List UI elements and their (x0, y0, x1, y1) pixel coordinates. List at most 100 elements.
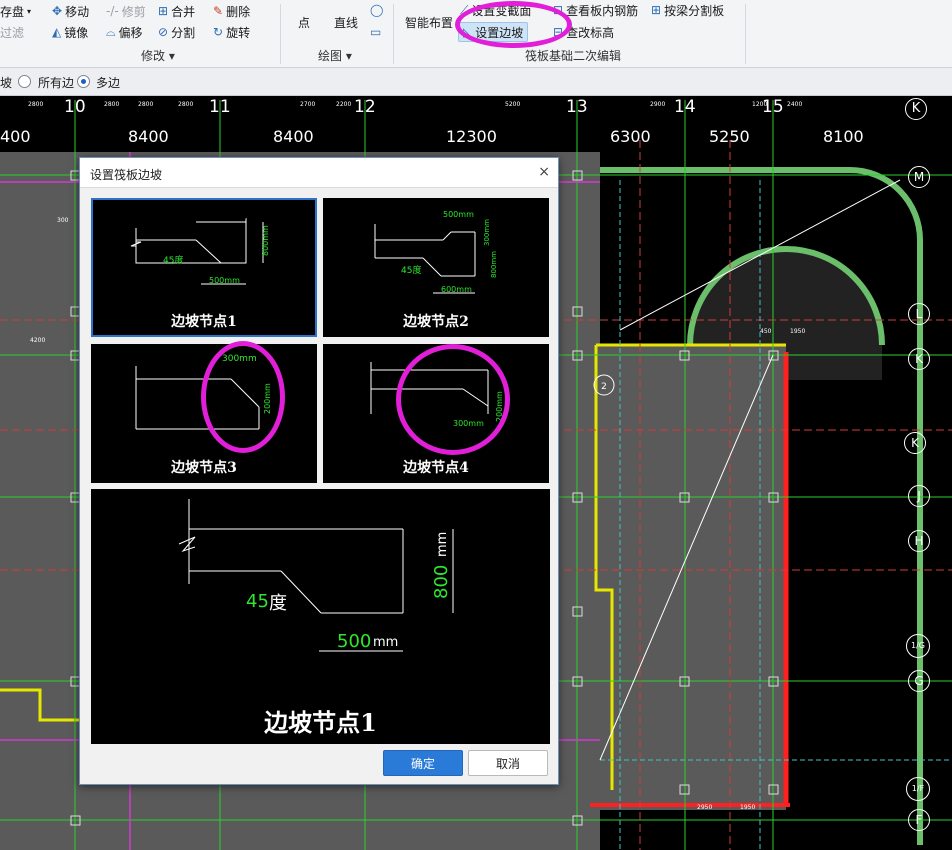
filter-label: 过滤 (0, 25, 25, 40)
save-label: 存盘 (0, 4, 25, 19)
rotate-icon: ↻ (213, 25, 224, 39)
axis-number-12: 12 (354, 97, 376, 117)
options-prefix: 坡 (0, 76, 13, 90)
span-dim: 8400 (273, 127, 314, 146)
delete-icon: ✎ (213, 4, 224, 18)
trim-icon: -/- (106, 4, 119, 18)
app-window: 存盘 ▾ 过滤 ✥ 移动 ◭ 镜像 -/- 修剪 ⌓ 偏移 ⊞ 合并 ⊘ 分割 ✎ 删除 ↻ 旋转… (0, 0, 952, 850)
node-2-h1: 300mm (483, 219, 491, 246)
span-dim: 8400 (128, 127, 169, 146)
span-dim: 12300 (446, 127, 497, 146)
node-2-w1: 500mm (443, 210, 474, 219)
axis-letter-k-top: K (905, 98, 927, 120)
small-dim: 1950 (740, 804, 756, 811)
axis-number-10: 10 (64, 97, 86, 117)
preview-height-unit: mm (435, 531, 450, 557)
ok-button[interactable]: 确定 (383, 750, 463, 776)
preview-angle-unit: 度 (269, 593, 287, 614)
save-button[interactable]: 存盘 ▾ (0, 1, 31, 21)
axis-letter: 1/G (906, 634, 930, 658)
offset-label: 偏移 (118, 25, 143, 40)
preview-height-number: 800 (431, 564, 452, 599)
node-1-caption: 边坡节点1 (171, 314, 237, 330)
small-dim: 2400 (787, 101, 803, 108)
node-3-caption: 边坡节点3 (171, 460, 237, 476)
small-dim: 2800 (138, 101, 154, 108)
split-button[interactable]: ⊘ 分割 (158, 22, 195, 42)
all-edges-label: 所有边 (38, 76, 75, 90)
point-button[interactable]: 点 (298, 12, 310, 32)
merge-button[interactable]: ⊞ 合并 (158, 1, 195, 21)
close-icon[interactable]: × (538, 164, 550, 180)
dialog-titlebar[interactable]: 设置筏板边坡 × (80, 158, 558, 188)
split-by-beam-label: 按梁分割板 (664, 3, 725, 18)
mirror-label: 镜像 (64, 25, 89, 40)
axis-number-14: 14 (674, 97, 696, 117)
node-4-caption: 边坡节点4 (403, 460, 469, 476)
rotate-label: 旋转 (226, 25, 251, 40)
move-icon: ✥ (52, 4, 63, 18)
mirror-button[interactable]: ◭ 镜像 (52, 22, 88, 42)
span-dim: 5250 (709, 127, 750, 146)
small-dim: 300 (57, 217, 69, 224)
annotation-ring (455, 1, 572, 48)
filter-button[interactable]: 过滤 (0, 22, 24, 42)
move-button[interactable]: ✥ 移动 (52, 1, 89, 21)
axis-number-13: 13 (566, 97, 588, 117)
delete-button[interactable]: ✎ 删除 (213, 1, 250, 21)
preview-width-unit: mm (373, 635, 399, 650)
node-1-width: 500mm (209, 276, 240, 285)
slope-preview: 45 度 800 mm 500 mm 边坡节点1 (91, 489, 550, 744)
node-2-h2: 800mm (490, 251, 498, 278)
offset-icon: ⌓ (106, 24, 116, 39)
move-label: 移动 (65, 4, 90, 19)
options-bar: 坡 所有边 多边 (0, 68, 952, 96)
split-icon: ⊘ (158, 25, 169, 39)
edit-elevation-label: 查改标高 (566, 25, 615, 40)
multi-edges-radio[interactable] (77, 75, 90, 88)
annotation-ring (396, 344, 510, 455)
mirror-icon: ◭ (52, 25, 62, 39)
beam-split-icon: ⊞ (651, 3, 662, 17)
offset-button[interactable]: ⌓ 偏移 (106, 22, 143, 42)
group-draw-label: 绘图 ▾ (318, 49, 352, 63)
cancel-button[interactable]: 取消 (468, 750, 548, 776)
line-label: 直线 (334, 15, 359, 30)
all-edges-radio[interactable] (18, 75, 31, 88)
delete-label: 删除 (226, 4, 251, 19)
circle-tool-icon[interactable]: ◯ (370, 0, 383, 20)
ribbon-separator (280, 4, 281, 64)
multi-edges-label: 多边 (96, 76, 121, 90)
node-2-angle: 45度 (401, 266, 422, 276)
preview-width-number: 500 (337, 631, 372, 652)
split-by-beam-button[interactable]: ⊞ 按梁分割板 (651, 0, 724, 20)
slope-node-2-option[interactable]: 500mm 45度 300mm 800mm 600mm 边坡节点2 (323, 198, 549, 337)
trim-button[interactable]: -/- 修剪 (106, 1, 146, 21)
small-dim: 2800 (178, 101, 194, 108)
small-dim: 2200 (336, 101, 352, 108)
slope-node-1-option[interactable]: 45度 800mm 500mm 边坡节点1 (91, 198, 317, 337)
rectangle-tool-icon[interactable]: ▭ (370, 22, 381, 42)
axis-letter: J (908, 485, 930, 507)
small-dim: 2800 (28, 101, 44, 108)
small-dim: 2700 (300, 101, 316, 108)
axis-letter: L (908, 303, 930, 325)
annotation-ring (201, 341, 285, 453)
axis-letter: M (908, 166, 930, 188)
dropdown-arrow-icon: ▾ (27, 6, 32, 16)
merge-label: 合并 (171, 4, 196, 19)
smart-layout-label: 智能布置 (405, 15, 454, 30)
smart-layout-button[interactable]: 智能布置 (405, 12, 453, 32)
small-dim: 2900 (650, 101, 666, 108)
small-dim: 450 (760, 328, 772, 335)
rotate-button[interactable]: ↻ 旋转 (213, 22, 250, 42)
small-dim: 5200 (505, 101, 521, 108)
axis-letter: K (904, 432, 926, 454)
node-2-w2: 600mm (441, 285, 472, 294)
view-rebar-label: 查看板内钢筋 (566, 3, 639, 18)
line-button[interactable]: 直线 (334, 12, 358, 32)
span-dim: 8100 (823, 127, 864, 146)
small-dim: 2950 (697, 804, 713, 811)
raft-slab-right (596, 345, 786, 810)
preview-angle-number: 45 (246, 591, 269, 612)
